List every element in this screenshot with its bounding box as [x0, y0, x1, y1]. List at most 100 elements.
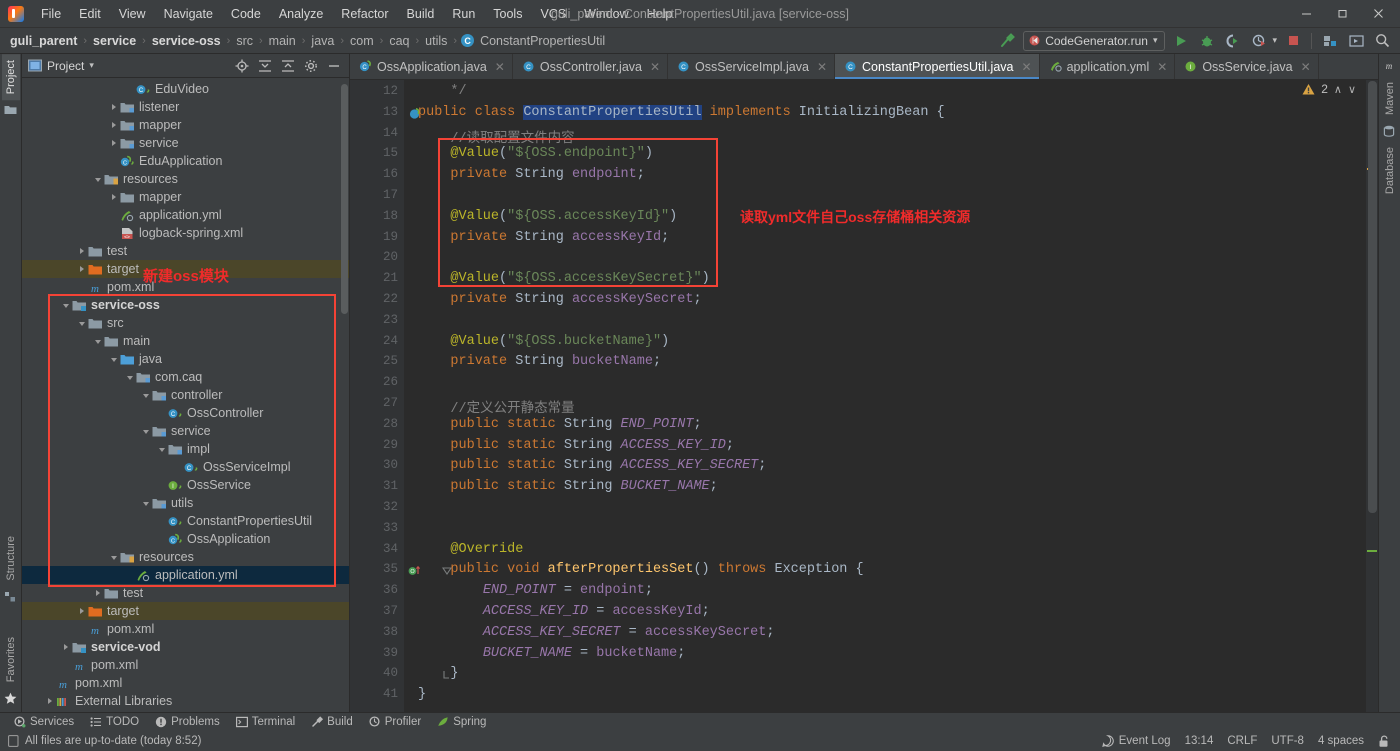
run-icon[interactable] — [1171, 31, 1191, 51]
chevron-down-icon[interactable] — [140, 427, 152, 436]
tree-item-src[interactable]: src — [22, 314, 349, 332]
code-line-35[interactable]: public void afterPropertiesSet() throws … — [404, 562, 1378, 583]
gutter-line-21[interactable]: 21 — [350, 271, 404, 292]
gutter-line-26[interactable]: 26 — [350, 375, 404, 396]
project-tree-scrollbar[interactable] — [341, 84, 348, 314]
run-with-coverage-icon[interactable] — [1223, 31, 1243, 51]
close-icon[interactable]: ✕ — [817, 60, 827, 74]
settings-gear-icon[interactable] — [304, 59, 318, 73]
gutter-line-19[interactable]: 19 — [350, 230, 404, 251]
code-line-31[interactable]: public static String BUCKET_NAME; — [404, 479, 1378, 500]
gutter-line-40[interactable]: 40 — [350, 666, 449, 687]
chevron-right-icon[interactable] — [60, 643, 72, 652]
project-structure-icon[interactable] — [1320, 31, 1340, 51]
chevron-right-icon[interactable] — [44, 697, 56, 706]
gutter-line-30[interactable]: 30 — [350, 458, 404, 479]
close-icon[interactable]: ✕ — [495, 60, 505, 74]
menu-tools[interactable]: Tools — [484, 3, 531, 25]
code-line-36[interactable]: END_POINT = endpoint; — [404, 583, 1378, 604]
project-tree[interactable]: C EduVideo listener mapper service C EduApplic… — [22, 78, 349, 712]
bottom-tab-todo[interactable]: TODO — [90, 716, 139, 728]
bottom-tab-problems[interactable]: Problems — [155, 716, 220, 728]
tool-tab-database[interactable]: Database — [1381, 141, 1399, 200]
tree-item-pom-xml[interactable]: m pom.xml — [22, 656, 349, 674]
code-line-17[interactable] — [404, 188, 1378, 209]
tool-tab-maven[interactable]: Maven — [1381, 76, 1399, 121]
tree-item-external-libraries[interactable]: External Libraries — [22, 692, 349, 710]
code-line-37[interactable]: ACCESS_KEY_ID = accessKeyId; — [404, 604, 1378, 625]
search-everywhere-icon[interactable] — [1372, 31, 1392, 51]
tree-item-controller[interactable]: controller — [22, 386, 349, 404]
editor-tab-ossservice[interactable]: I OssService.java ✕ — [1175, 54, 1319, 79]
editor-tab-application-yml[interactable]: application.yml ✕ — [1040, 54, 1176, 79]
code-line-15[interactable]: @Value("${OSS.endpoint}") — [404, 146, 1378, 167]
code-line-23[interactable] — [404, 313, 1378, 334]
code-line-30[interactable]: public static String ACCESS_KEY_SECRET; — [404, 458, 1378, 479]
breadcrumb-caq[interactable]: caq — [387, 33, 411, 49]
chevron-right-icon[interactable] — [108, 103, 120, 112]
tree-item-osscontroller[interactable]: C OssController — [22, 404, 349, 422]
chevron-right-icon[interactable] — [108, 193, 120, 202]
chevron-right-icon[interactable] — [76, 265, 88, 274]
gutter-line-22[interactable]: 22 — [350, 292, 404, 313]
code-line-27[interactable]: //定义公开静态常量 — [404, 396, 1378, 417]
unlocked-icon[interactable] — [1378, 735, 1390, 748]
tree-item-eduvideo[interactable]: C EduVideo — [22, 80, 349, 98]
editor-body[interactable]: 12 13 14 15 16 17 18 19 20 21 22 23 24 25 26 27 28 29 30 31… — [350, 80, 1378, 712]
chevron-down-icon[interactable] — [92, 337, 104, 346]
tool-tab-favorites[interactable]: Favorites — [2, 631, 20, 688]
gutter-line-27[interactable]: 27 — [350, 396, 404, 417]
code-line-25[interactable]: private String bucketName; — [404, 354, 1378, 375]
gutter-line-34[interactable]: 34 — [350, 542, 404, 563]
chevron-down-icon[interactable] — [140, 499, 152, 508]
gutter-line-28[interactable]: 28 — [350, 417, 404, 438]
editor-scrollbar-thumb[interactable] — [1368, 81, 1377, 513]
code-line-24[interactable]: @Value("${OSS.bucketName}") — [404, 334, 1378, 355]
run-configuration-selector[interactable]: CodeGenerator.run ▾ — [1023, 30, 1166, 51]
gutter-line-38[interactable]: 38 — [350, 625, 404, 646]
code-line-28[interactable]: public static String END_POINT; — [404, 417, 1378, 438]
gutter-line-31[interactable]: 31 — [350, 479, 404, 500]
gutter-line-23[interactable]: 23 — [350, 313, 404, 334]
hammer-build-icon[interactable] — [997, 31, 1017, 51]
gutter-line-35[interactable]: 35 O — [350, 562, 452, 583]
code-content[interactable]: */ public class ConstantPropertiesUtil im… — [404, 80, 1378, 712]
chevron-down-icon[interactable] — [92, 175, 104, 184]
tree-item-service-oss[interactable]: service-oss — [22, 296, 349, 314]
breadcrumb-src[interactable]: src — [234, 33, 255, 49]
gutter-line-16[interactable]: 16 — [350, 167, 404, 188]
chevron-right-icon[interactable] — [108, 139, 120, 148]
indent-setting[interactable]: 4 spaces — [1318, 735, 1364, 747]
close-icon[interactable]: ✕ — [1301, 60, 1311, 74]
updates-icon[interactable] — [1346, 31, 1366, 51]
breadcrumb-utils[interactable]: utils — [423, 33, 449, 49]
tree-item-pom-xml[interactable]: m pom.xml — [22, 278, 349, 296]
close-icon[interactable]: ✕ — [1022, 60, 1032, 74]
editor-gutter[interactable]: 12 13 14 15 16 17 18 19 20 21 22 23 24 25 26 27 28 29 30 31… — [350, 80, 452, 712]
chevron-down-icon[interactable] — [124, 373, 136, 382]
tree-item-constantpropertiesutil[interactable]: C ConstantPropertiesUtil — [22, 512, 349, 530]
tree-item-service[interactable]: service — [22, 134, 349, 152]
code-line-14[interactable]: //读取配置文件内容 — [404, 126, 1378, 147]
tree-item-impl[interactable]: impl — [22, 440, 349, 458]
code-line-19[interactable]: private String accessKeyId; — [404, 230, 1378, 251]
menu-build[interactable]: Build — [398, 3, 444, 25]
expand-all-icon[interactable] — [258, 59, 272, 73]
tree-item-pom-xml[interactable]: m pom.xml — [22, 620, 349, 638]
tree-item-test[interactable]: test — [22, 242, 349, 260]
code-line-20[interactable] — [404, 250, 1378, 271]
tree-item-ossapplication[interactable]: C OssApplication — [22, 530, 349, 548]
tool-tab-project[interactable]: Project — [1, 54, 20, 101]
bottom-tab-terminal[interactable]: Terminal — [235, 716, 295, 728]
tree-item-target[interactable]: target — [22, 260, 349, 278]
code-line-29[interactable]: public static String ACCESS_KEY_ID; — [404, 438, 1378, 459]
minimize-button[interactable] — [1288, 1, 1324, 27]
tree-item-listener[interactable]: listener — [22, 98, 349, 116]
gutter-line-24[interactable]: 24 — [350, 334, 404, 355]
code-line-41[interactable]: } — [404, 687, 1378, 708]
event-log-button[interactable]: Event Log — [1102, 735, 1171, 747]
gutter-line-32[interactable]: 32 — [350, 500, 404, 521]
breadcrumb-guli-parent[interactable]: guli_parent — [8, 33, 79, 49]
close-icon[interactable]: ✕ — [650, 60, 660, 74]
breadcrumb-com[interactable]: com — [348, 33, 376, 49]
